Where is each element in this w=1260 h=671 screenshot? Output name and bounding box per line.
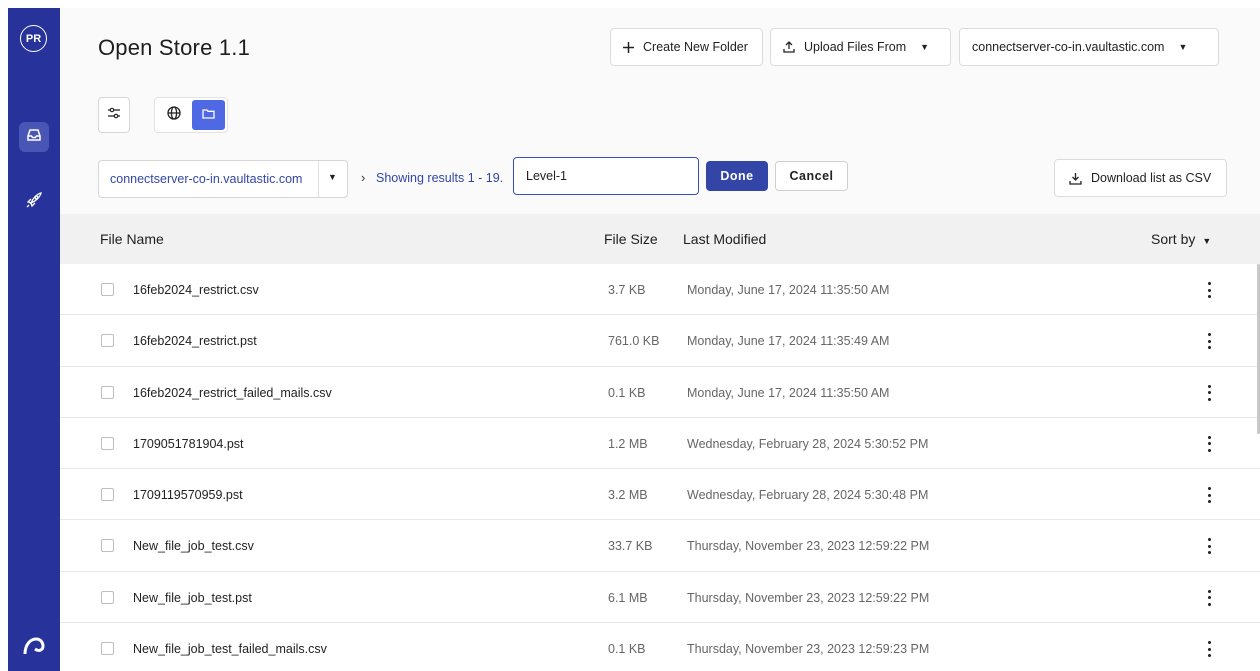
sort-by-dropdown[interactable]: Sort by ▼ bbox=[1151, 231, 1211, 247]
last-modified: Thursday, November 23, 2023 12:59:22 PM bbox=[687, 590, 930, 605]
file-size: 761.0 KB bbox=[608, 334, 660, 349]
file-name[interactable]: New_file_job_test_failed_mails.csv bbox=[133, 642, 327, 656]
avatar[interactable]: PR bbox=[20, 25, 47, 52]
page-title: Open Store 1.1 bbox=[98, 35, 251, 60]
folder-icon bbox=[202, 106, 215, 124]
chevron-down-icon: ▼ bbox=[328, 172, 337, 182]
upload-icon bbox=[783, 41, 795, 53]
file-list: 16feb2024_restrict.csv 3.7 KB Monday, Ju… bbox=[60, 264, 1260, 671]
row-checkbox[interactable] bbox=[101, 385, 114, 399]
folder-name-input[interactable] bbox=[513, 157, 699, 195]
table-row[interactable]: New_file_job_test.pst 6.1 MB Thursday, N… bbox=[60, 571, 1260, 624]
table-row[interactable]: New_file_job_test.csv 33.7 KB Thursday, … bbox=[60, 520, 1260, 572]
sidebar-item-inbox[interactable] bbox=[19, 122, 49, 152]
sidebar-item-launch[interactable] bbox=[19, 187, 49, 217]
row-checkbox[interactable] bbox=[101, 488, 114, 502]
file-name[interactable]: 16feb2024_restrict.csv bbox=[133, 283, 259, 297]
more-options-icon[interactable] bbox=[1203, 331, 1215, 351]
file-name[interactable]: 16feb2024_restrict_failed_mails.csv bbox=[133, 386, 332, 400]
table-row[interactable]: 16feb2024_restrict_failed_mails.csv 0.1 … bbox=[60, 366, 1260, 418]
inbox-icon bbox=[26, 127, 42, 148]
row-checkbox[interactable] bbox=[101, 283, 114, 296]
done-button[interactable]: Done bbox=[706, 161, 768, 191]
more-options-icon[interactable] bbox=[1203, 434, 1215, 454]
column-header-last-modified[interactable]: Last Modified bbox=[683, 231, 766, 247]
row-checkbox[interactable] bbox=[101, 334, 114, 348]
create-folder-label: Create New Folder bbox=[643, 40, 748, 54]
file-size: 0.1 KB bbox=[608, 385, 646, 400]
global-view-toggle[interactable] bbox=[158, 100, 190, 130]
main-content: Open Store 1.1 Create New Folder Upload … bbox=[60, 8, 1260, 671]
table-row[interactable]: 1709119570959.pst 3.2 MB Wednesday, Febr… bbox=[60, 469, 1260, 521]
column-header-file-name[interactable]: File Name bbox=[100, 231, 164, 247]
upload-files-label: Upload Files From bbox=[804, 40, 907, 54]
download-csv-button[interactable]: Download list as CSV bbox=[1054, 159, 1227, 197]
more-options-icon[interactable] bbox=[1203, 639, 1215, 659]
table-row[interactable]: 1709051781904.pst 1.2 MB Wednesday, Febr… bbox=[60, 417, 1260, 470]
file-size: 33.7 KB bbox=[608, 539, 653, 554]
select-divider bbox=[318, 161, 319, 197]
row-checkbox[interactable] bbox=[101, 590, 114, 604]
file-size: 1.2 MB bbox=[608, 436, 648, 451]
server-selector[interactable]: connectserver-co-in.vaultastic.com ▼ bbox=[959, 28, 1219, 66]
sidebar: PR bbox=[8, 8, 60, 671]
row-checkbox[interactable] bbox=[101, 539, 114, 553]
row-checkbox[interactable] bbox=[101, 642, 114, 656]
table-row[interactable]: New_file_job_test_failed_mails.csv 0.1 K… bbox=[60, 623, 1260, 671]
file-name[interactable]: 1709051781904.pst bbox=[133, 437, 244, 451]
chevron-down-icon: ▼ bbox=[1178, 42, 1188, 52]
more-options-icon[interactable] bbox=[1203, 588, 1215, 608]
globe-icon bbox=[167, 105, 181, 125]
last-modified: Thursday, November 23, 2023 12:59:22 PM bbox=[687, 539, 930, 554]
file-name[interactable]: 1709119570959.pst bbox=[133, 488, 243, 502]
upload-files-button[interactable]: Upload Files From ▼ bbox=[770, 28, 951, 66]
create-folder-button[interactable]: Create New Folder bbox=[610, 28, 763, 66]
more-options-icon[interactable] bbox=[1203, 280, 1215, 300]
more-options-icon[interactable] bbox=[1203, 383, 1215, 403]
last-modified: Monday, June 17, 2024 11:35:50 AM bbox=[687, 283, 890, 297]
cancel-button[interactable]: Cancel bbox=[775, 161, 848, 191]
last-modified: Monday, June 17, 2024 11:35:50 AM bbox=[687, 385, 890, 400]
sort-by-label: Sort by bbox=[1151, 231, 1196, 247]
row-checkbox[interactable] bbox=[101, 436, 114, 450]
last-modified: Thursday, November 23, 2023 12:59:23 PM bbox=[687, 642, 930, 657]
file-name[interactable]: New_file_job_test.csv bbox=[133, 539, 254, 553]
table-row[interactable]: 16feb2024_restrict.pst 761.0 KB Monday, … bbox=[60, 315, 1260, 367]
sliders-icon bbox=[107, 106, 121, 125]
table-row[interactable]: 16feb2024_restrict.csv 3.7 KB Monday, Ju… bbox=[60, 264, 1260, 316]
last-modified: Wednesday, February 28, 2024 5:30:52 PM bbox=[687, 436, 929, 451]
view-toggle bbox=[154, 97, 228, 133]
download-csv-label: Download list as CSV bbox=[1091, 171, 1212, 185]
file-name[interactable]: 16feb2024_restrict.pst bbox=[133, 334, 257, 348]
file-size: 3.7 KB bbox=[608, 283, 646, 297]
folder-view-toggle[interactable] bbox=[192, 100, 225, 130]
top-strip bbox=[0, 0, 1260, 8]
last-modified: Monday, June 17, 2024 11:35:49 AM bbox=[687, 334, 890, 349]
results-count: Showing results 1 - 19. bbox=[376, 171, 504, 185]
brand-logo-icon bbox=[20, 632, 48, 660]
chevron-down-icon: ▼ bbox=[1202, 236, 1212, 246]
file-name[interactable]: New_file_job_test.pst bbox=[133, 591, 252, 605]
more-options-icon[interactable] bbox=[1203, 536, 1215, 556]
file-size: 3.2 MB bbox=[608, 488, 648, 503]
column-header-file-size[interactable]: File Size bbox=[604, 231, 658, 247]
more-options-icon[interactable] bbox=[1203, 485, 1215, 505]
table-header: File Name File Size Last Modified Sort b… bbox=[60, 214, 1260, 264]
rocket-icon bbox=[24, 190, 44, 215]
file-size: 0.1 KB bbox=[608, 642, 646, 657]
host-select-value: connectserver-co-in.vaultastic.com bbox=[110, 172, 303, 186]
file-size: 6.1 MB bbox=[608, 590, 648, 605]
plus-icon bbox=[623, 41, 634, 53]
server-selector-value: connectserver-co-in.vaultastic.com bbox=[972, 40, 1165, 54]
chevron-right-icon: › bbox=[361, 170, 366, 185]
download-icon bbox=[1069, 172, 1082, 185]
last-modified: Wednesday, February 28, 2024 5:30:48 PM bbox=[687, 488, 929, 503]
host-select[interactable]: connectserver-co-in.vaultastic.com ▼ bbox=[98, 160, 348, 198]
filter-button[interactable] bbox=[98, 97, 130, 133]
chevron-down-icon: ▼ bbox=[920, 42, 930, 52]
